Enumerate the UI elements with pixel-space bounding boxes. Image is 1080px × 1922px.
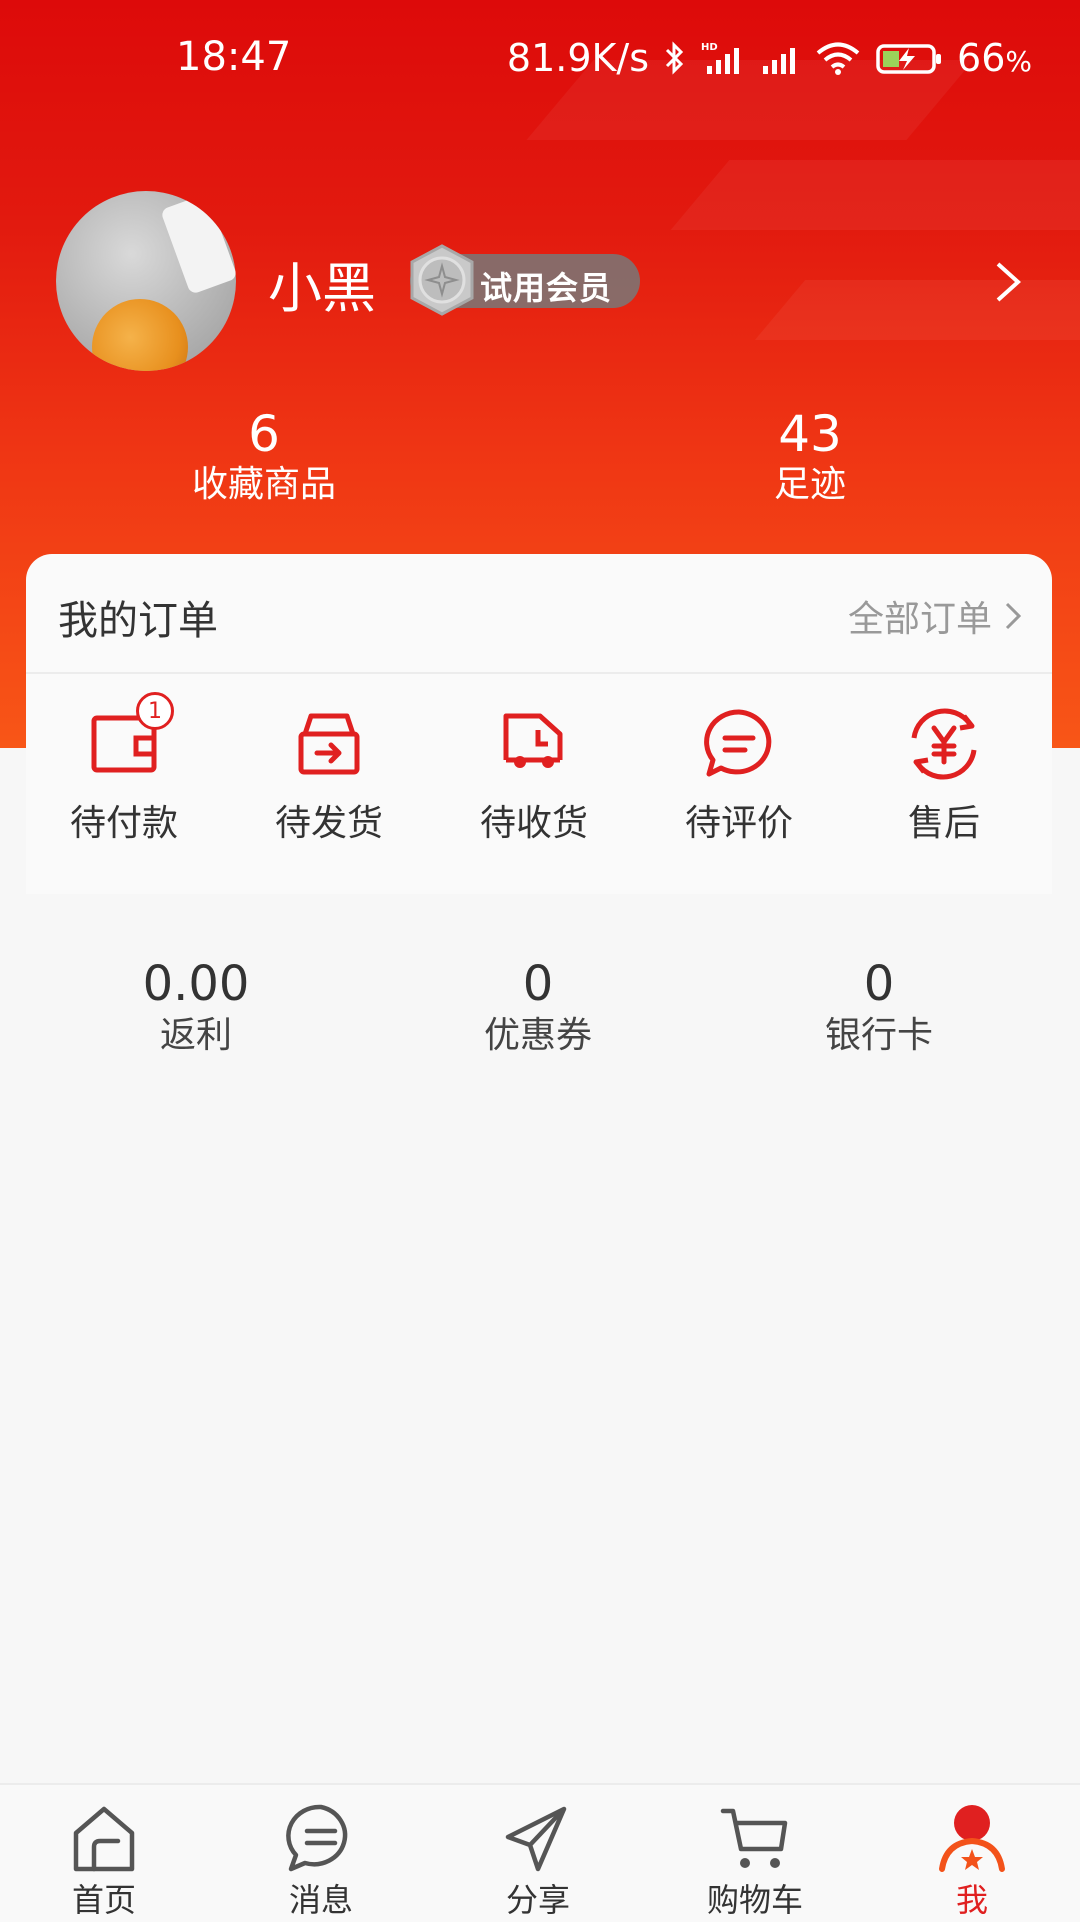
user-icon — [939, 1805, 1005, 1872]
bottom-nav: 首页 消息 分享 购物车 我 — [0, 1783, 1080, 1922]
asset-coupons[interactable]: 0 优惠券 — [418, 956, 658, 1060]
box-arrow-icon — [298, 713, 360, 775]
member-badge[interactable]: 试用会员 — [410, 244, 640, 316]
battery-level: 66% — [957, 36, 1032, 80]
avatar[interactable] — [56, 191, 236, 371]
username[interactable]: 小黑 — [268, 244, 376, 323]
member-label: 试用会员 — [480, 269, 613, 307]
order-to-receive[interactable]: 待收货 — [434, 704, 634, 846]
all-orders-label: 全部订单 — [847, 599, 992, 640]
cart-icon — [720, 1808, 788, 1868]
all-orders-link[interactable]: 全部订单 — [848, 590, 1022, 642]
order-label: 待付款 — [69, 803, 178, 844]
asset-bank-cards[interactable]: 0 银行卡 — [759, 956, 999, 1060]
divider — [26, 672, 1052, 674]
nav-label: 消息 — [288, 1881, 353, 1919]
stat-value: 43 — [778, 405, 842, 463]
message-icon — [286, 1804, 348, 1872]
status-bar: 18:47 81.9K/s HD 66% — [0, 0, 1080, 118]
order-after-sales[interactable]: 售后 — [844, 704, 1044, 846]
nav-label: 首页 — [71, 1881, 136, 1919]
order-label: 待收货 — [479, 803, 588, 844]
chevron-right-icon — [1005, 602, 1022, 630]
order-label: 待发货 — [274, 803, 383, 844]
asset-label: 银行卡 — [824, 1015, 933, 1056]
yen-refresh-icon — [911, 708, 977, 780]
stat-footprints[interactable]: 43 足迹 — [710, 406, 910, 508]
battery-charging-icon — [876, 44, 942, 74]
stat-label: 收藏商品 — [191, 464, 336, 505]
order-label: 售后 — [907, 803, 980, 844]
status-time: 18:47 — [176, 34, 292, 80]
signal-hd-icon: HD — [701, 42, 740, 74]
stat-favorites[interactable]: 6 收藏商品 — [164, 406, 364, 508]
asset-label: 优惠券 — [483, 1015, 592, 1056]
nav-share[interactable]: 分享 — [458, 1803, 618, 1921]
order-pending-payment[interactable]: 1 待付款 — [24, 692, 224, 846]
status-indicators: 81.9K/s HD 66% — [507, 34, 1032, 82]
svg-text:HD: HD — [701, 42, 718, 53]
asset-value: 0.00 — [142, 956, 250, 1012]
nav-label: 我 — [955, 1881, 988, 1919]
medal-icon — [410, 244, 474, 316]
stat-value: 6 — [248, 405, 280, 463]
nav-home[interactable]: 首页 — [24, 1803, 184, 1921]
nav-label: 购物车 — [706, 1881, 803, 1919]
nav-cart[interactable]: 购物车 — [675, 1803, 835, 1921]
orders-title: 我的订单 — [58, 598, 218, 644]
asset-label: 返利 — [159, 1015, 232, 1056]
chevron-right-icon[interactable] — [990, 258, 1026, 306]
asset-value: 0 — [863, 956, 895, 1012]
badge-count: 1 — [136, 692, 174, 730]
wifi-icon — [816, 42, 860, 75]
asset-value: 0 — [522, 956, 554, 1012]
network-speed: 81.9K/s — [506, 36, 650, 80]
order-to-ship[interactable]: 待发货 — [229, 704, 429, 846]
nav-label: 分享 — [505, 1881, 570, 1919]
order-label: 待评价 — [684, 803, 793, 844]
orders-card: 我的订单 全部订单 1 待付款 待发货 待收货 待评价 售后 — [26, 554, 1052, 894]
order-to-review[interactable]: 待评价 — [639, 704, 839, 846]
chat-bubble-icon — [704, 709, 772, 777]
nav-me[interactable]: 我 — [892, 1803, 1052, 1921]
nav-messages[interactable]: 消息 — [241, 1803, 401, 1921]
asset-rebate[interactable]: 0.00 返利 — [76, 956, 316, 1060]
signal-icon — [763, 48, 796, 74]
send-icon — [505, 1806, 567, 1872]
bluetooth-icon — [665, 41, 684, 75]
stat-label: 足迹 — [773, 464, 846, 505]
truck-icon — [503, 713, 563, 768]
home-icon — [73, 1806, 135, 1872]
